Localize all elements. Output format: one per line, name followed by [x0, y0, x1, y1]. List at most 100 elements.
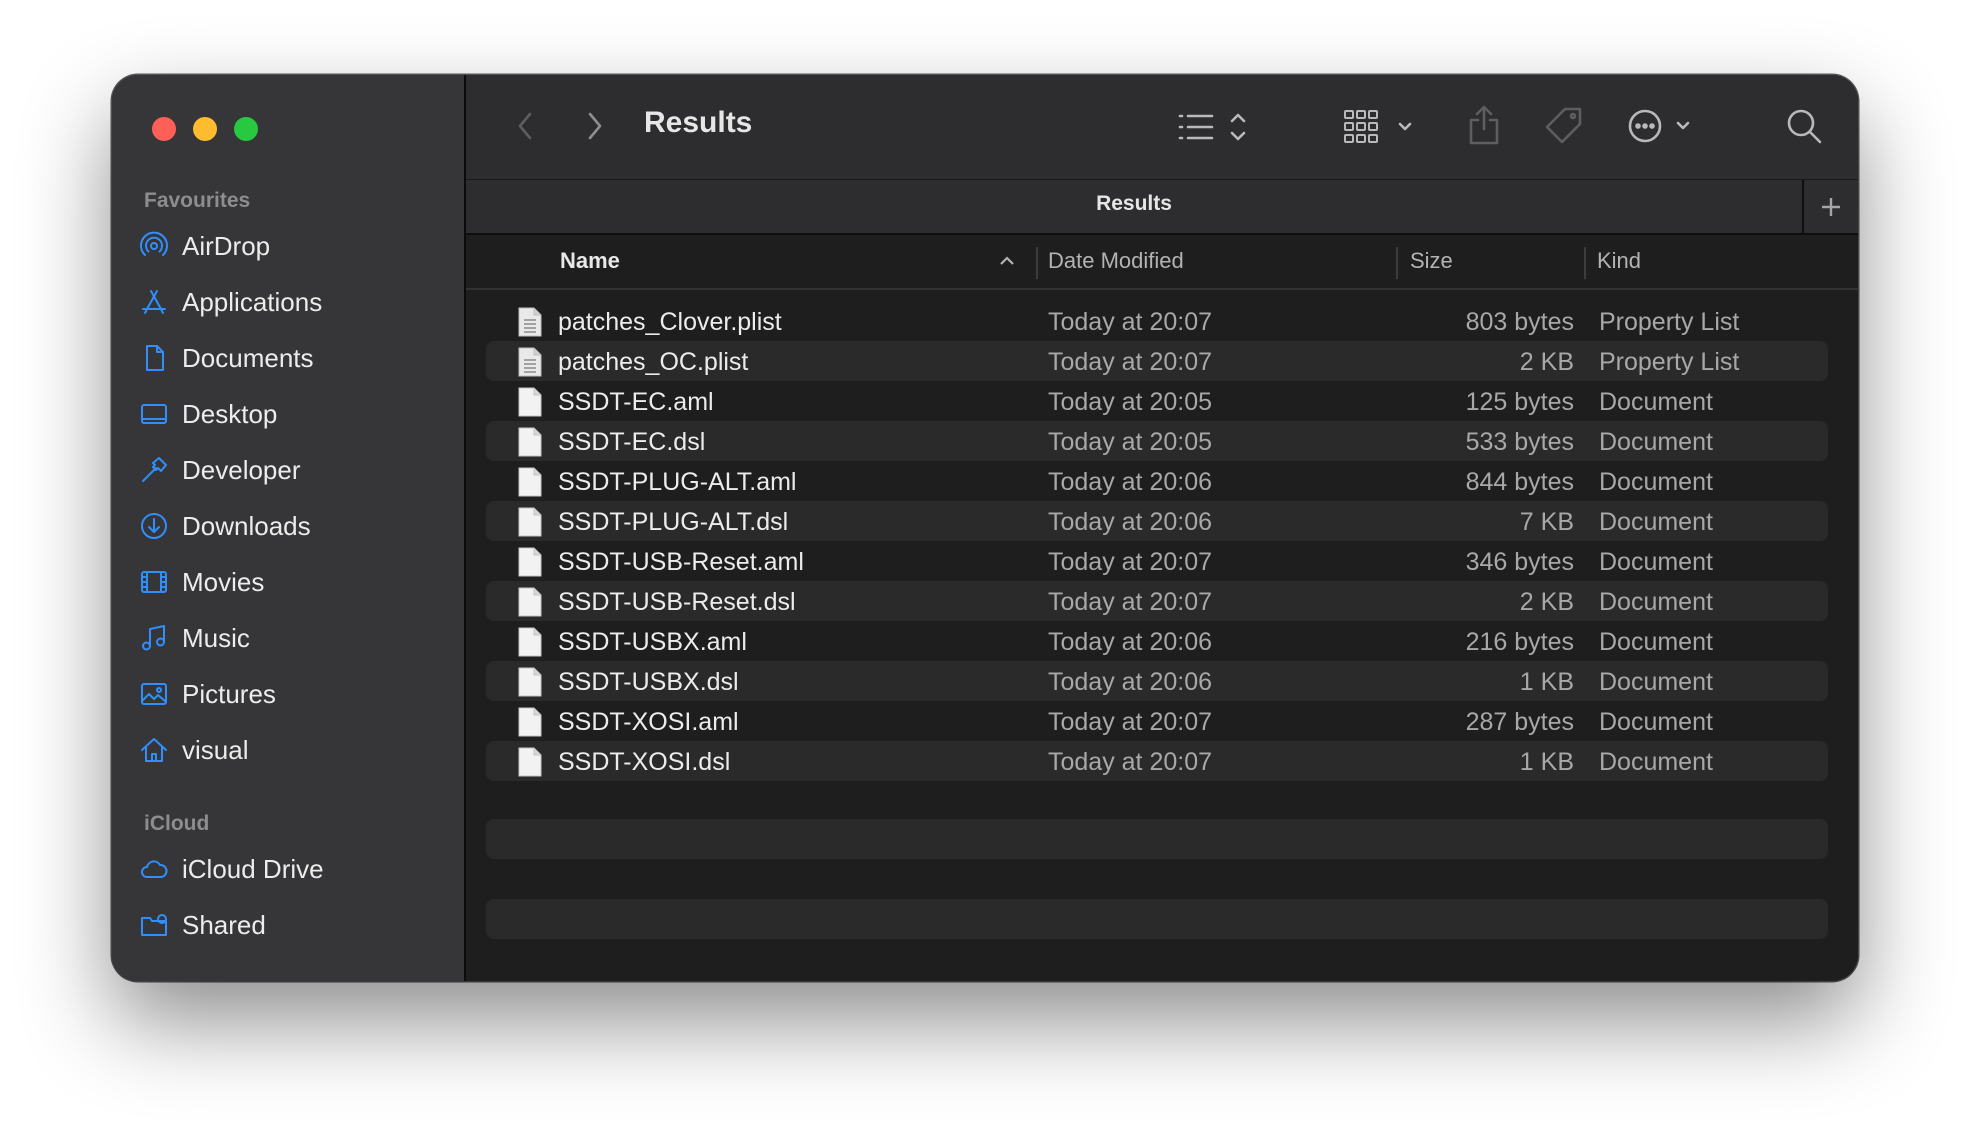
more-actions-icon[interactable]	[1626, 106, 1700, 146]
close-button[interactable]	[152, 117, 176, 141]
sidebar-item-label: Developer	[182, 454, 301, 485]
table-row[interactable]: patches_OC.plist Today at 20:07 2 KB Proper…	[486, 341, 1828, 381]
document-file-icon	[518, 427, 542, 464]
document-file-icon	[518, 627, 542, 664]
tag-icon[interactable]	[1542, 105, 1586, 147]
sidebar-item-pictures[interactable]: Pictures	[138, 669, 438, 719]
sidebar-item-movies[interactable]: Movies	[138, 557, 438, 607]
column-divider[interactable]	[1584, 247, 1586, 279]
file-size: 7 KB	[1519, 508, 1574, 536]
column-date-modified[interactable]: Date Modified	[1048, 248, 1184, 274]
sidebar: Favourites AirDrop Applications Document…	[112, 75, 466, 981]
sidebar-item-music[interactable]: Music	[138, 613, 438, 663]
sidebar-item-developer[interactable]: Developer	[138, 445, 438, 495]
table-row[interactable]: patches_Clover.plist Today at 20:07 803 by…	[486, 301, 1828, 341]
finder-window: Favourites AirDrop Applications Document…	[112, 75, 1858, 981]
sidebar-item-label: AirDrop	[182, 230, 271, 261]
file-kind: Document	[1599, 588, 1713, 616]
plist-file-icon	[518, 347, 542, 384]
sort-ascending-icon[interactable]	[998, 253, 1016, 271]
list-view-icon[interactable]	[1176, 107, 1256, 147]
file-date-modified: Today at 20:06	[1048, 668, 1213, 696]
column-name[interactable]: Name	[560, 248, 620, 274]
sidebar-item-airdrop[interactable]: AirDrop	[138, 221, 438, 271]
photo-icon	[138, 678, 170, 710]
new-tab-button[interactable]	[1802, 180, 1858, 234]
column-divider[interactable]	[1036, 247, 1038, 279]
search-icon[interactable]	[1784, 106, 1824, 146]
column-divider[interactable]	[1396, 247, 1398, 279]
file-size: 2 KB	[1519, 348, 1574, 376]
file-kind: Document	[1599, 668, 1713, 696]
file-kind: Document	[1599, 468, 1713, 496]
sidebar-item-visual[interactable]: visual	[138, 725, 438, 775]
file-size: 287 bytes	[1465, 708, 1574, 736]
file-name: SSDT-USBX.dsl	[558, 668, 739, 696]
share-icon[interactable]	[1466, 103, 1502, 147]
download-icon	[138, 510, 170, 542]
toolbar: Results	[466, 75, 1858, 179]
file-size: 844 bytes	[1465, 468, 1574, 496]
sidebar-item-applications[interactable]: Applications	[138, 277, 438, 327]
column-header: Name Date Modified Size Kind	[466, 235, 1858, 290]
sidebar-item-icloud-drive[interactable]: iCloud Drive	[138, 844, 438, 894]
table-row[interactable]: SSDT-XOSI.aml Today at 20:07 287 bytes Docu…	[486, 701, 1828, 741]
home-icon	[138, 734, 170, 766]
file-date-modified: Today at 20:06	[1048, 628, 1213, 656]
document-file-icon	[518, 387, 542, 424]
document-file-icon	[518, 707, 542, 744]
sidebar-item-downloads[interactable]: Downloads	[138, 501, 438, 551]
sidebar-item-label: Music	[182, 622, 250, 653]
sidebar-item-desktop[interactable]: Desktop	[138, 389, 438, 439]
file-size: 1 KB	[1519, 748, 1574, 776]
file-date-modified: Today at 20:07	[1048, 548, 1213, 576]
file-kind: Property List	[1599, 308, 1740, 336]
file-date-modified: Today at 20:07	[1048, 308, 1213, 336]
table-row[interactable]: SSDT-USBX.aml Today at 20:06 216 bytes Docu…	[486, 621, 1828, 661]
file-date-modified: Today at 20:07	[1048, 588, 1213, 616]
document-file-icon	[518, 747, 542, 784]
group-grid-icon[interactable]	[1342, 107, 1424, 147]
table-row[interactable]: SSDT-USB-Reset.dsl Today at 20:07 2 KB Docu…	[486, 581, 1828, 621]
file-size: 346 bytes	[1465, 548, 1574, 576]
table-row[interactable]: SSDT-EC.dsl Today at 20:05 533 bytes Docume…	[486, 421, 1828, 461]
empty-row	[486, 819, 1828, 859]
main-pane: Results Results Name Date Modified Size …	[466, 75, 1858, 981]
file-name: patches_Clover.plist	[558, 308, 782, 336]
table-row[interactable]: SSDT-PLUG-ALT.dsl Today at 20:06 7 KB Docum…	[486, 501, 1828, 541]
file-size: 2 KB	[1519, 588, 1574, 616]
minimize-button[interactable]	[193, 117, 217, 141]
sidebar-item-label: Shared	[182, 909, 266, 940]
file-name: SSDT-USBX.aml	[558, 628, 747, 656]
file-kind: Document	[1599, 748, 1713, 776]
file-date-modified: Today at 20:05	[1048, 428, 1213, 456]
column-kind[interactable]: Kind	[1597, 248, 1641, 274]
table-row[interactable]: SSDT-USB-Reset.aml Today at 20:07 346 byte…	[486, 541, 1828, 581]
forward-chevron-icon[interactable]	[580, 109, 610, 143]
table-row[interactable]: SSDT-EC.aml Today at 20:05 125 bytes Docume…	[486, 381, 1828, 421]
cloud-icon	[138, 853, 170, 885]
sidebar-item-label: Movies	[182, 566, 265, 597]
file-kind: Document	[1599, 708, 1713, 736]
document-file-icon	[518, 467, 542, 504]
zoom-button[interactable]	[234, 117, 258, 141]
empty-row	[486, 899, 1828, 939]
column-size[interactable]: Size	[1410, 248, 1453, 274]
applications-icon	[138, 286, 170, 318]
tab-bar: Results	[466, 179, 1858, 235]
table-row[interactable]: SSDT-PLUG-ALT.aml Today at 20:06 844 bytes…	[486, 461, 1828, 501]
tab-results[interactable]: Results	[466, 192, 1802, 216]
document-icon	[138, 342, 170, 374]
sidebar-item-shared[interactable]: Shared	[138, 900, 438, 950]
sidebar-item-documents[interactable]: Documents	[138, 333, 438, 383]
file-date-modified: Today at 20:05	[1048, 388, 1213, 416]
file-kind: Property List	[1599, 348, 1740, 376]
file-date-modified: Today at 20:06	[1048, 468, 1213, 496]
file-kind: Document	[1599, 548, 1713, 576]
table-row[interactable]: SSDT-XOSI.dsl Today at 20:07 1 KB Document	[486, 741, 1828, 781]
sidebar-item-label: Desktop	[182, 398, 278, 429]
table-row[interactable]: SSDT-USBX.dsl Today at 20:06 1 KB Document	[486, 661, 1828, 701]
back-chevron-icon[interactable]	[510, 109, 540, 143]
file-name: SSDT-USB-Reset.dsl	[558, 588, 796, 616]
file-date-modified: Today at 20:07	[1048, 708, 1213, 736]
